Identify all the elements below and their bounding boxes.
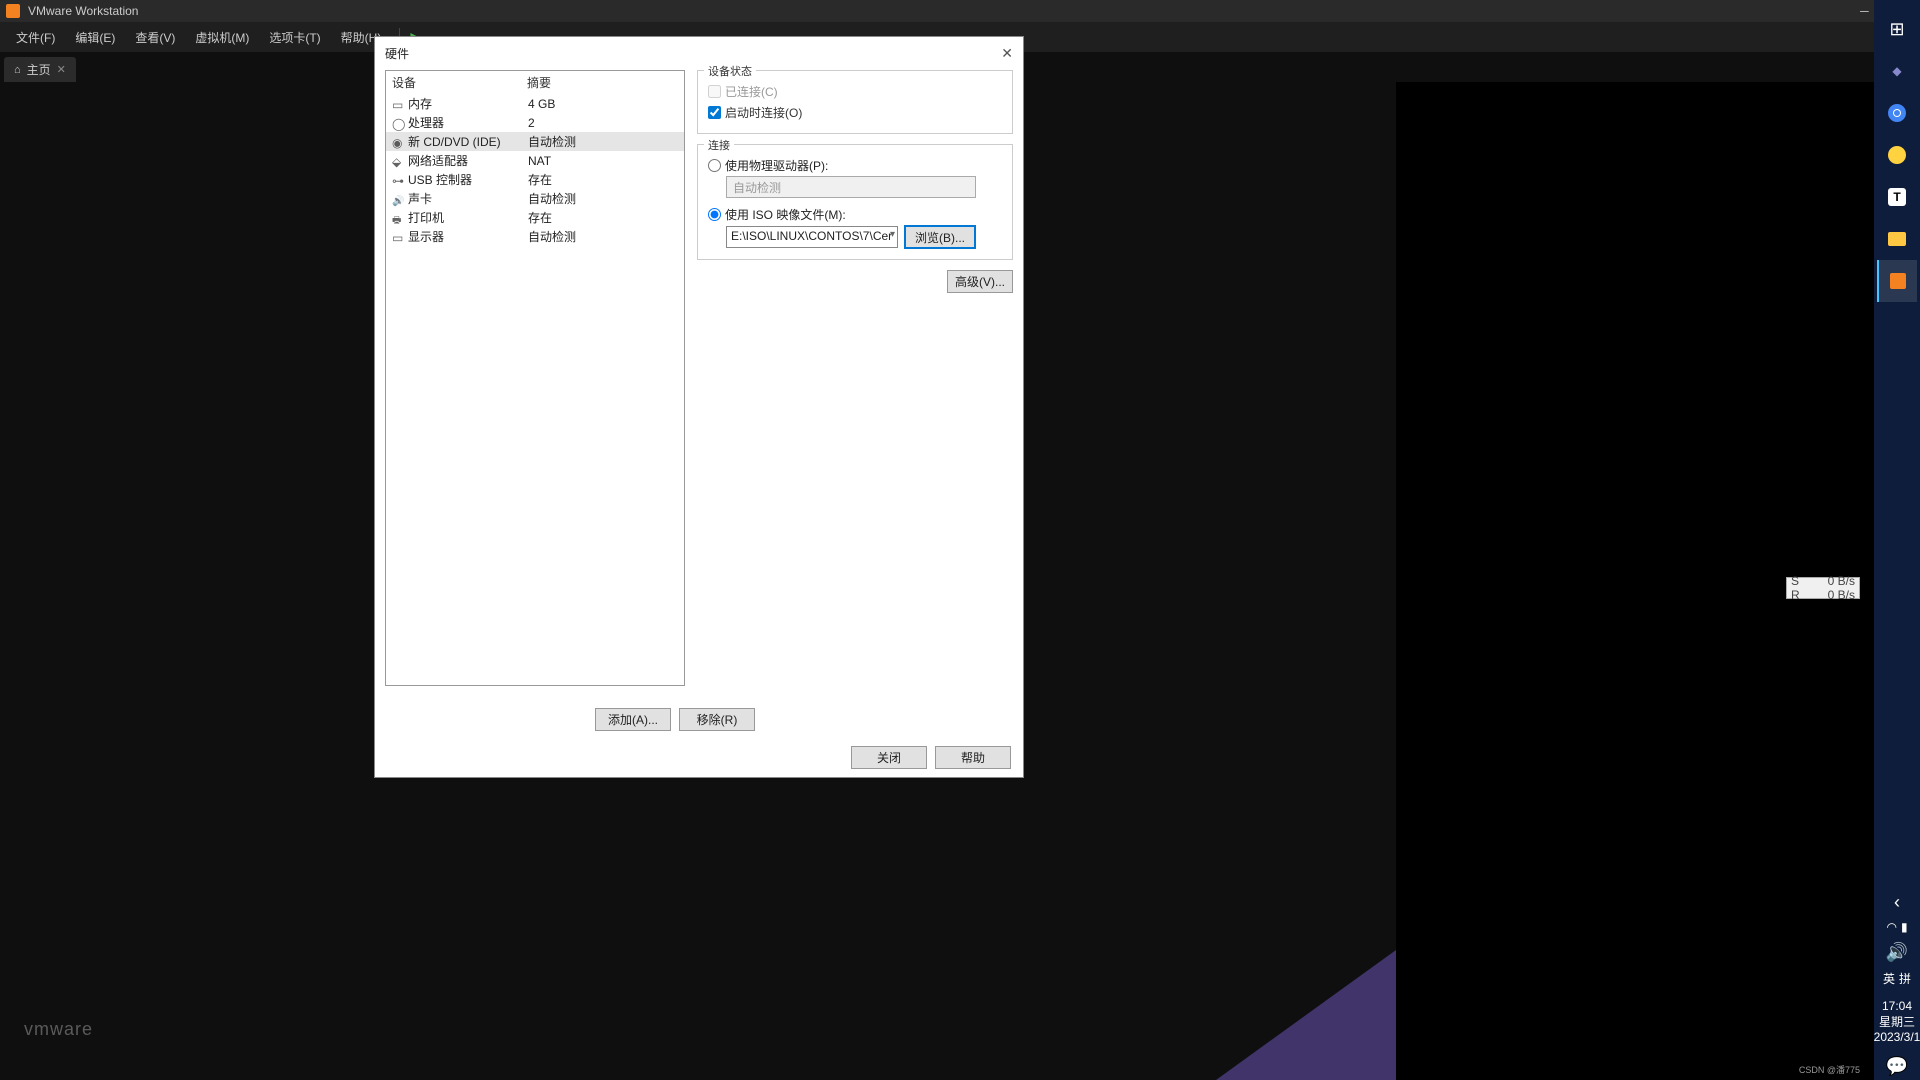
hw-row-printer[interactable]: 打印机存在 [386,208,684,227]
menu-vm[interactable]: 虚拟机(M) [187,25,257,50]
chevron-down-icon[interactable]: ▾ [890,229,895,240]
dialog-close-icon[interactable]: ✕ [1001,45,1013,62]
notification-icon[interactable]: 💬 [1877,1052,1917,1080]
app-title: VMware Workstation [28,4,1860,18]
dialog-title: 硬件 [385,45,409,62]
memory-icon [392,98,406,110]
hardware-details: 设备状态 已连接(C) 启动时连接(O) 连接 使用物理驱动器(P): 自动检测 [697,70,1013,686]
network-icon [392,155,406,167]
hw-row-sound[interactable]: 声卡自动检测 [386,189,684,208]
watermark: CSDN @潘775 [1799,1063,1860,1076]
hardware-list-header: 设备 摘要 [386,71,684,94]
taskbar-vmware[interactable] [1877,260,1917,302]
title-bar: VMware Workstation ─ ▢ ✕ [0,0,1920,22]
windows-taskbar: ⊞ ◆ T ‹ ◠ ▮ 🔊 英 拼 17:04 星期三 2023/3/1 💬 [1874,0,1920,1080]
dialog-header: 硬件 ✕ [375,37,1023,70]
dialog-body: 设备 摘要 内存4 GB 处理器2 新 CD/DVD (IDE)自动检测 网络适… [375,70,1023,696]
tab-close-icon[interactable]: ✕ [57,63,66,76]
group-state-title: 设备状态 [704,63,756,79]
checkbox-connect-on-start[interactable]: 启动时连接(O) [708,102,1002,123]
connected-checkbox [708,85,721,98]
close-dialog-button[interactable]: 关闭 [851,746,927,769]
display-icon [392,231,406,243]
taskbar-app-4[interactable]: T [1877,176,1917,218]
dialog-footer: 关闭 帮助 [851,746,1011,769]
taskbar-chrome[interactable] [1877,92,1917,134]
battery-icon[interactable]: ▮ [1901,920,1908,934]
hw-row-display[interactable]: 显示器自动检测 [386,227,684,246]
usb-icon [392,174,406,186]
ime-indicator[interactable]: 英 拼 [1883,964,1911,993]
connect-on-start-checkbox[interactable] [708,106,721,119]
hw-row-memory[interactable]: 内存4 GB [386,94,684,113]
menu-tabs[interactable]: 选项卡(T) [261,25,328,50]
hardware-dialog: 硬件 ✕ 设备 摘要 内存4 GB 处理器2 新 CD/DVD (IDE)自动检… [374,36,1024,778]
radio-physical[interactable]: 使用物理驱动器(P): [708,155,1002,176]
group-connection: 连接 使用物理驱动器(P): 自动检测 使用 ISO 映像文件(M): E:\I… [697,144,1013,260]
app-icon [6,4,20,18]
hw-row-processor[interactable]: 处理器2 [386,113,684,132]
taskbar-clock[interactable]: 17:04 星期三 2023/3/1 [1874,993,1920,1052]
menu-view[interactable]: 查看(V) [127,25,183,50]
radio-iso[interactable]: 使用 ISO 映像文件(M): [708,204,1002,225]
taskbar-app-1[interactable]: ◆ [1877,50,1917,92]
hw-row-cddvd[interactable]: 新 CD/DVD (IDE)自动检测 [386,132,684,151]
minimize-button[interactable]: ─ [1860,4,1869,18]
net-speed-widget: S0 B/s R0 B/s [1786,577,1860,599]
tab-home-label: 主页 [27,61,51,78]
printer-icon [392,212,406,224]
menu-file[interactable]: 文件(F) [8,25,63,50]
volume-icon[interactable]: 🔊 [1877,940,1917,964]
col-summary: 摘要 [527,74,678,91]
tray-expand-icon[interactable]: ‹ [1877,890,1917,914]
taskbar-app-3[interactable] [1877,134,1917,176]
cpu-icon [392,117,406,129]
group-device-state: 设备状态 已连接(C) 启动时连接(O) [697,70,1013,134]
decoration-triangle [1216,950,1396,1080]
hardware-list: 设备 摘要 内存4 GB 处理器2 新 CD/DVD (IDE)自动检测 网络适… [385,70,685,686]
tray-icons[interactable]: ◠ ▮ [1886,914,1907,940]
tab-home[interactable]: ⌂ 主页 ✕ [4,57,76,82]
wifi-icon[interactable]: ◠ [1886,920,1896,934]
checkbox-connected: 已连接(C) [708,81,1002,102]
menu-edit[interactable]: 编辑(E) [67,25,123,50]
physical-radio[interactable] [708,159,721,172]
group-conn-title: 连接 [704,137,734,153]
hw-row-network[interactable]: 网络适配器NAT [386,151,684,170]
remove-button[interactable]: 移除(R) [679,708,755,731]
iso-radio[interactable] [708,208,721,221]
help-button[interactable]: 帮助 [935,746,1011,769]
iso-path-input[interactable]: E:\ISO\LINUX\CONTOS\7\Cer [726,226,898,248]
advanced-button[interactable]: 高级(V)... [947,270,1013,293]
hw-row-usb[interactable]: USB 控制器存在 [386,170,684,189]
cd-icon [392,136,406,148]
vmware-logo: vmware [24,1019,93,1040]
taskbar-explorer[interactable] [1877,218,1917,260]
browse-button[interactable]: 浏览(B)... [904,225,976,249]
add-button[interactable]: 添加(A)... [595,708,671,731]
sound-icon [392,193,406,205]
physical-select: 自动检测 [726,176,976,198]
home-icon: ⌂ [14,64,21,76]
col-device: 设备 [392,74,527,91]
start-button[interactable]: ⊞ [1877,8,1917,50]
